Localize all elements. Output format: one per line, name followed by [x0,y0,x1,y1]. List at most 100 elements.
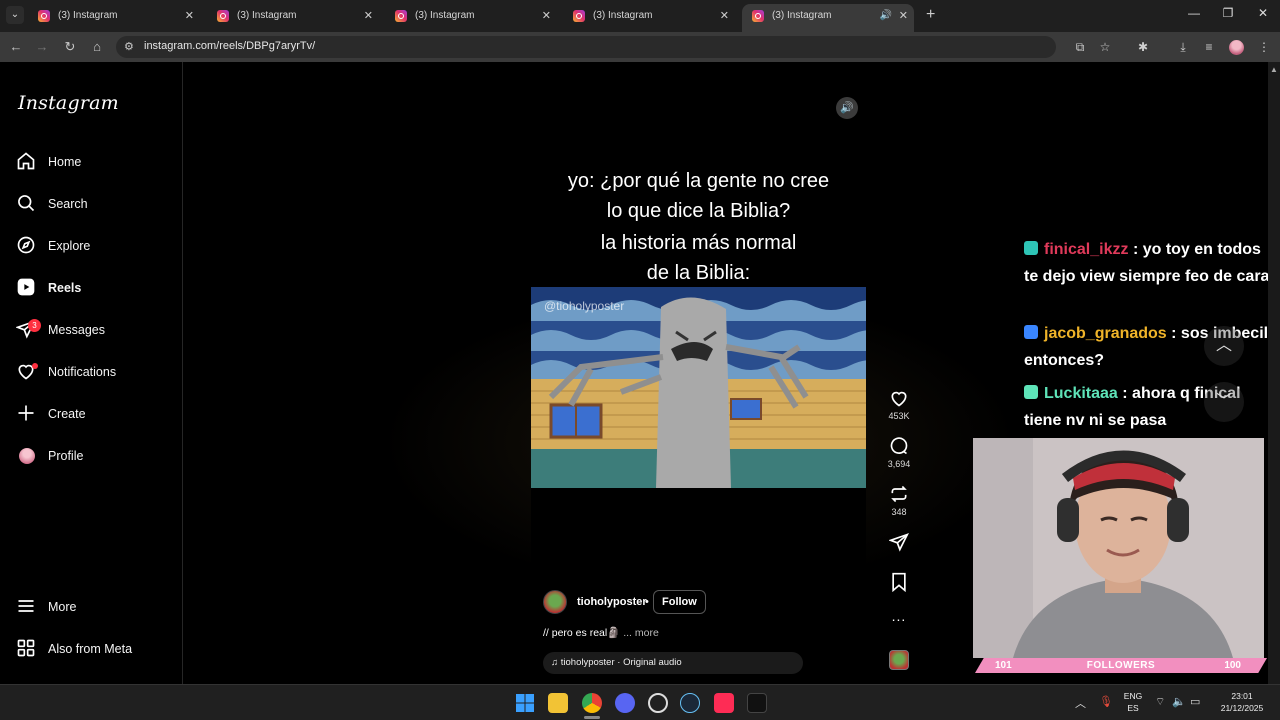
sidebar-item-reels[interactable]: Reels [16,273,176,303]
bookmark-star-icon[interactable]: ☆ [1097,40,1113,54]
notification-dot [32,363,38,369]
system-clock[interactable]: 23:01 21/12/2025 [1213,690,1271,714]
tray-overflow-icon[interactable]: ︿ [1075,695,1086,711]
sidebar-item-search[interactable]: Search [16,189,176,219]
follow-button[interactable]: Follow [653,590,706,614]
capcut-icon[interactable] [747,693,767,713]
instagram-logo[interactable]: Instagram [18,92,119,114]
tiktok-icon[interactable] [714,693,734,713]
instagram-page: Instagram Home Search Explore Reels 3 Me… [0,62,1269,684]
windows-start-icon[interactable] [515,693,535,713]
clock-time: 23:01 [1231,691,1253,701]
comment-button[interactable]: 3,694 [884,436,914,469]
clock-date: 21/12/2025 [1220,703,1264,713]
save-button[interactable] [884,572,914,592]
repost-icon [891,485,907,503]
tab-title: (3) Instagram [237,10,297,21]
sidebar-item-label: Explore [48,239,91,253]
home-icon [16,151,38,173]
browser-tab-active[interactable]: (3) Instagram 🔊 ✕ [742,4,914,32]
sidebar-item-explore[interactable]: Explore [16,231,176,261]
author-username[interactable]: tioholyposter [577,596,647,608]
reel-description: // pero es real🗿 ... more [543,626,659,639]
messages-badge: 3 [28,319,41,332]
address-bar[interactable]: ⚙ instagram.com/reels/DBPg7aryrTv/ [116,36,1056,58]
file-explorer-icon[interactable] [548,693,568,713]
obs-icon[interactable] [648,693,668,713]
repost-button[interactable]: 348 [884,484,914,517]
sidebar-item-label: Profile [48,449,84,463]
close-window-icon[interactable]: ✕ [1253,6,1273,20]
extensions-icon[interactable]: ✱ [1135,40,1151,54]
like-button[interactable]: 453K [884,388,914,421]
more-options-icon[interactable]: ... [884,608,914,624]
close-tab-icon[interactable]: ✕ [899,4,908,28]
tab-search-button[interactable]: ⌄ [6,6,24,24]
share-button[interactable] [884,532,914,552]
microphone-icon[interactable]: 🎙 [1099,695,1113,708]
scroll-up-arrow-icon[interactable]: ▲ [1270,65,1278,74]
instagram-favicon-icon [38,10,50,22]
close-tab-icon[interactable]: ✕ [720,4,729,28]
keyboard-layout: ES [1127,703,1139,713]
sidebar-item-notifications[interactable]: Notifications [16,357,176,387]
sidebar-item-also-from-meta[interactable]: Also from Meta [16,634,176,664]
reel-video[interactable]: 🔊 yo: ¿por qué la gente no cree lo que d… [531,90,866,684]
repost-count: 348 [891,507,907,517]
close-tab-icon[interactable]: ✕ [364,4,373,28]
back-icon[interactable]: ← [8,39,24,55]
site-info-icon[interactable]: ⚙ [124,40,134,53]
more-link[interactable]: ... more [623,627,659,639]
discord-icon[interactable] [615,693,635,713]
video-watermark: @tioholyposter [544,299,625,313]
downloads-icon[interactable]: ⤓ [1175,40,1191,54]
browser-tab[interactable]: (3) Instagram ✕ [563,4,735,28]
battery-icon[interactable]: ▭ [1190,695,1200,708]
home-button-icon[interactable]: ⌂ [89,39,105,55]
sidebar-item-create[interactable]: Create [16,399,176,429]
close-tab-icon[interactable]: ✕ [542,4,551,28]
chat-badge-icon [1024,241,1038,255]
close-tab-icon[interactable]: ✕ [185,4,194,28]
browser-tab[interactable]: (3) Instagram ✕ [385,4,557,28]
chevron-down-icon[interactable]: ﹀ [1204,382,1244,422]
cast-icon[interactable]: ⧉ [1072,40,1088,54]
speaker-icon[interactable]: 🔈 [1172,695,1186,708]
heart-icon [16,361,38,383]
audio-attribution[interactable]: ♫ tioholyposter · Original audio [543,652,803,674]
sidebar-item-label: More [48,600,77,614]
wifi-icon[interactable]: ⌔ [1155,695,1165,709]
browser-tab[interactable]: (3) Instagram ✕ [207,4,379,28]
forward-icon[interactable]: → [34,39,50,55]
sidebar-item-home[interactable]: Home [16,147,176,177]
author-avatar[interactable] [543,590,567,614]
steam-icon[interactable] [680,693,700,713]
chrome-icon[interactable] [582,693,602,713]
page-scrollbar[interactable]: ▲ [1268,62,1280,684]
audio-thumbnail[interactable] [884,650,914,670]
new-tab-button[interactable]: + [926,6,935,24]
browser-profile-avatar[interactable] [1229,40,1244,55]
video-caption-top: yo: ¿por qué la gente no cree lo que dic… [531,166,866,226]
language-indicator[interactable]: ENG ES [1122,690,1144,714]
sidebar-item-label: Home [48,155,82,169]
sidebar-item-messages[interactable]: 3 Messages [15,315,176,345]
sidebar-item-more[interactable]: More [16,592,176,622]
browser-tab[interactable]: (3) Instagram ✕ [28,4,200,28]
instagram-favicon-icon [217,10,229,22]
sidebar-item-label: Notifications [48,365,117,379]
chat-username: jacob_granados [1044,325,1167,342]
browser-menu-icon[interactable]: ⋮ [1256,40,1272,54]
reload-icon[interactable]: ↻ [62,39,78,55]
tab-audio-icon[interactable]: 🔊 [880,4,892,28]
chevron-up-icon[interactable]: ︿ [1204,326,1244,366]
restore-icon[interactable]: ❐ [1218,6,1238,20]
followers-goal-count: 100 [1224,660,1241,671]
sidebar-item-label: Messages [48,323,105,337]
media-control-icon[interactable]: ≡ [1201,40,1217,54]
sidebar-item-label: Search [48,197,88,211]
sidebar-item-profile[interactable]: Profile [16,441,176,471]
avatar [19,448,35,464]
volume-icon[interactable]: 🔊 [836,97,858,119]
minimize-icon[interactable]: — [1184,6,1204,20]
